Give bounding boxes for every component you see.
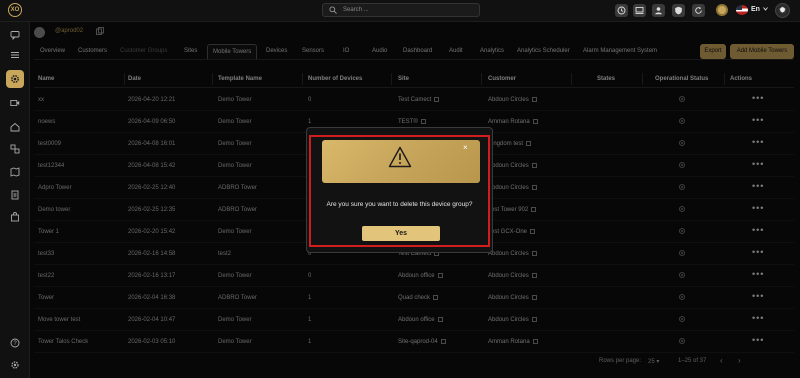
settings-icon [11,361,19,369]
search-placeholder: Search ... [343,7,369,13]
sidebar-item-video[interactable] [8,96,22,110]
sidebar-item-documents[interactable] [8,188,22,202]
sidebar-item-groups[interactable] [8,142,22,156]
search-input[interactable]: Search ... [322,3,480,17]
sun-icon: ✹ [778,5,787,15]
map-icon [10,167,20,177]
sidebar-item-messages[interactable] [8,28,22,42]
sidebar-item-shop[interactable] [8,210,22,224]
shield-icon [675,6,682,15]
sidebar: ? [0,22,30,378]
sidebar-item-home[interactable] [8,120,22,134]
clock-button[interactable] [615,4,628,17]
sidebar-item-preferences[interactable] [8,358,22,372]
search-icon [329,6,337,14]
bag-icon [11,212,19,222]
chevron-down-icon[interactable] [763,7,768,11]
help-icon: ? [10,338,20,348]
refresh-button[interactable] [692,4,705,17]
refresh-icon [695,6,702,14]
highlight-box [309,135,490,247]
document-icon [11,190,19,200]
sidebar-item-list[interactable] [8,48,22,62]
top-bar: XO Search ... En ✹ [0,0,800,22]
list-icon [11,52,19,58]
coin-icon[interactable] [716,4,728,16]
shield-button[interactable] [672,4,685,17]
video-icon [10,100,20,106]
theme-toggle-button[interactable]: ✹ [775,3,790,18]
sidebar-item-settings[interactable] [6,70,24,88]
monitor-icon [635,7,644,14]
user-icon [655,7,662,15]
language-selector[interactable]: En [751,6,760,13]
clock-icon [617,6,626,15]
us-flag-icon[interactable] [736,5,748,15]
groups-icon [10,144,20,154]
gear-icon [11,75,19,83]
sidebar-item-map[interactable] [8,165,22,179]
profile-button[interactable] [652,4,665,17]
home-icon [10,122,20,132]
sidebar-item-help[interactable]: ? [8,336,22,350]
chat-icon [10,31,20,40]
monitor-button[interactable] [633,4,646,17]
app-logo[interactable]: XO [8,3,22,17]
